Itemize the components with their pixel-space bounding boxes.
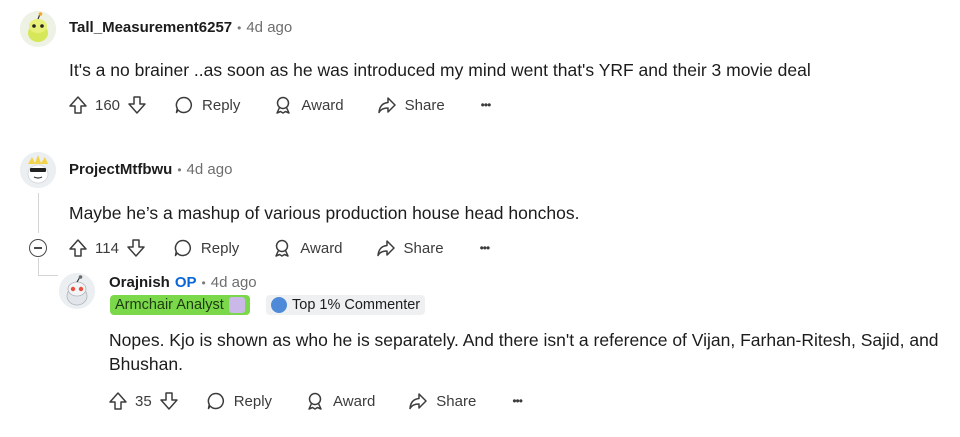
badge-label: Top 1% Commenter <box>292 297 421 313</box>
reply-button[interactable]: Reply <box>174 95 240 115</box>
avatar[interactable] <box>20 152 56 188</box>
ellipsis-icon: ••• <box>479 241 491 255</box>
more-options-button[interactable]: ••• <box>480 98 492 112</box>
upvote-button[interactable] <box>68 95 88 115</box>
arrow-down-icon <box>127 239 145 257</box>
chat-bubble-icon <box>174 239 191 257</box>
share-arrow-icon <box>377 97 396 114</box>
thread-line[interactable] <box>38 258 39 276</box>
share-button[interactable]: Share <box>377 95 445 115</box>
share-label: Share <box>403 239 444 257</box>
vote-count: 160 <box>95 96 121 114</box>
thread-branch-line <box>38 275 58 276</box>
ellipsis-icon: ••• <box>480 98 492 112</box>
award-button[interactable]: Award <box>272 238 343 258</box>
comment-meta: ProjectMtfbwu • 4d ago <box>69 161 232 178</box>
award-label: Award <box>300 239 343 257</box>
collapse-thread-button[interactable] <box>29 239 47 257</box>
comment-body: Maybe he’s a mashup of various productio… <box>69 203 580 223</box>
more-options-button[interactable]: ••• <box>479 241 491 255</box>
ellipsis-icon: ••• <box>512 394 523 408</box>
comment-body: It's a no brainer ..as soon as he was in… <box>69 60 811 80</box>
flair-emoji-icon <box>228 297 245 313</box>
top-commenter-badge[interactable]: Top 1% Commenter <box>266 295 426 315</box>
award-icon <box>308 392 322 410</box>
award-label: Award <box>333 392 376 410</box>
vote-count: 35 <box>135 392 152 410</box>
arrow-up-icon <box>109 392 127 410</box>
meta-separator: • <box>237 20 242 35</box>
vote-count: 114 <box>95 239 119 257</box>
avatar[interactable] <box>59 273 95 309</box>
share-label: Share <box>404 96 445 114</box>
arrow-down-icon <box>128 96 146 114</box>
thread-line[interactable] <box>38 193 39 233</box>
share-label: Share <box>436 392 477 410</box>
more-options-button[interactable]: ••• <box>512 394 523 408</box>
award-label: Award <box>301 96 344 114</box>
meta-separator: • <box>201 275 206 290</box>
username[interactable]: ProjectMtfbwu <box>69 161 172 178</box>
upvote-button[interactable] <box>108 391 128 411</box>
minus-icon <box>34 247 42 249</box>
comment-meta: Tall_Measurement6257 • 4d ago <box>69 19 292 36</box>
username[interactable]: Orajnish <box>109 274 170 291</box>
reply-button[interactable]: Reply <box>206 391 272 411</box>
chat-bubble-icon <box>207 392 224 410</box>
comment-actions: 35 Reply Award Share ••• <box>108 387 523 415</box>
comment-body: Nopes. Kjo is shown as who he is separat… <box>109 330 939 374</box>
reply-label: Reply <box>202 96 241 114</box>
timestamp[interactable]: 4d ago <box>187 161 233 178</box>
meta-separator: • <box>177 162 182 177</box>
upvote-button[interactable] <box>68 238 88 258</box>
award-icon <box>275 239 290 257</box>
comment-actions: 160 Reply Award Share ••• <box>68 91 492 119</box>
share-arrow-icon <box>376 240 395 257</box>
reply-label: Reply <box>233 392 273 410</box>
snoo-avatar-icon <box>59 273 95 309</box>
arrow-up-icon <box>69 239 87 257</box>
downvote-button[interactable] <box>127 95 147 115</box>
award-icon <box>276 96 291 114</box>
snoo-avatar-icon <box>20 152 56 188</box>
downvote-button[interactable] <box>126 238 146 258</box>
snoo-avatar-icon <box>20 11 56 47</box>
user-flair: Armchair Analyst <box>110 295 250 315</box>
share-arrow-icon <box>409 393 428 410</box>
comment-actions: 114 Reply Award Share ••• <box>68 234 491 262</box>
award-button[interactable]: Award <box>305 391 375 411</box>
username[interactable]: Tall_Measurement6257 <box>69 19 232 36</box>
avatar[interactable] <box>20 11 56 47</box>
op-badge: OP <box>174 274 197 291</box>
chat-bubble-icon <box>175 96 193 114</box>
flair-label: Armchair Analyst <box>115 297 224 313</box>
arrow-up-icon <box>69 96 87 114</box>
commenter-badge-icon <box>271 297 287 313</box>
reply-button[interactable]: Reply <box>173 238 239 258</box>
arrow-down-icon <box>159 392 178 410</box>
share-button[interactable]: Share <box>408 391 476 411</box>
comment-meta: Orajnish OP • 4d ago <box>109 274 257 291</box>
share-button[interactable]: Share <box>376 238 444 258</box>
timestamp[interactable]: 4d ago <box>211 274 257 291</box>
award-button[interactable]: Award <box>273 95 344 115</box>
timestamp[interactable]: 4d ago <box>246 19 292 36</box>
downvote-button[interactable] <box>159 391 179 411</box>
reply-label: Reply <box>200 239 240 257</box>
